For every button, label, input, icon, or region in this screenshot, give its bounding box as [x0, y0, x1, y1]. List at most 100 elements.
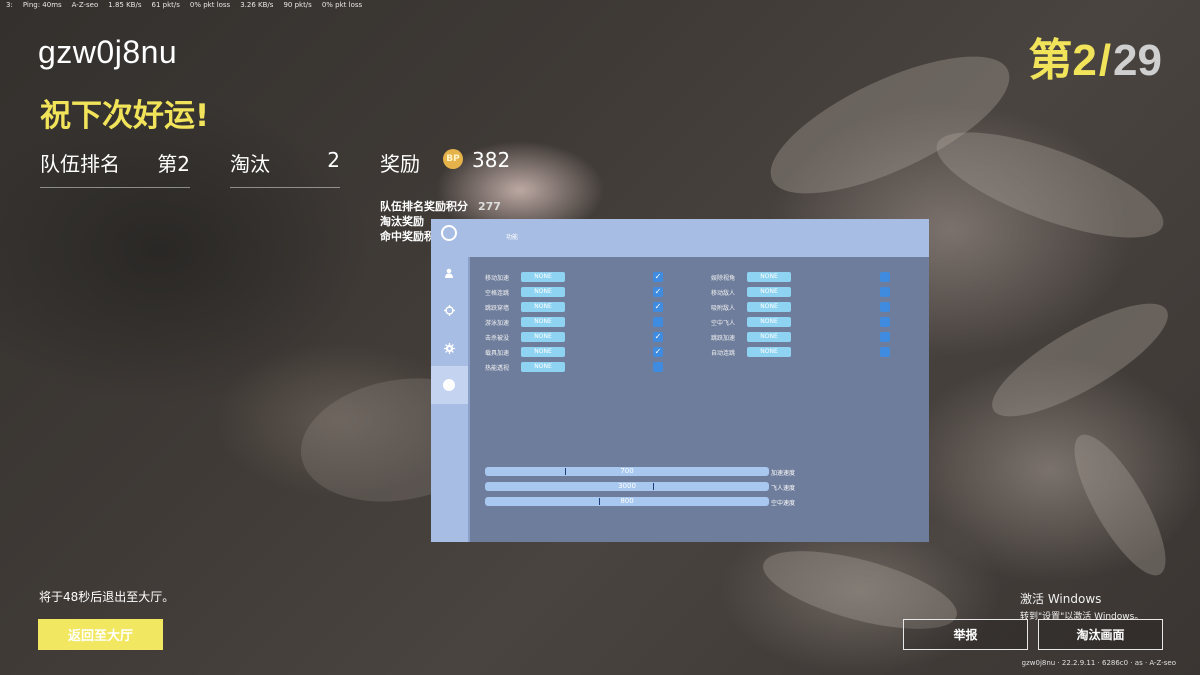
hotkey-button[interactable]: NONE — [521, 332, 565, 342]
option-row: 娱除视角 NONE — [711, 272, 892, 282]
panel-header: 功能 — [431, 219, 929, 257]
option-label: 自动连跳 — [711, 350, 736, 357]
stat-value: 2 — [327, 148, 340, 172]
option-label: 载具加速 — [485, 350, 510, 357]
option-row: 自动连跳 NONE — [711, 347, 892, 357]
hotkey-button[interactable]: NONE — [521, 287, 565, 297]
hotkey-button[interactable]: NONE — [521, 302, 565, 312]
hotkey-button[interactable]: NONE — [747, 302, 791, 312]
user-icon[interactable] — [442, 266, 456, 280]
option-row: 载具加速 NONE ✓ — [485, 347, 665, 357]
result-message: 祝下次好运! — [40, 98, 210, 134]
net-stat: 3: — [6, 1, 13, 9]
option-checkbox[interactable]: ✓ — [653, 272, 663, 282]
breakdown-label: 队伍排名奖励积分 — [380, 200, 468, 213]
stat-label: 奖励 — [380, 152, 420, 176]
hotkey-button[interactable]: NONE — [521, 317, 565, 327]
hotkey-button[interactable]: NONE — [747, 272, 791, 282]
hotkey-button[interactable]: NONE — [521, 362, 565, 372]
stat-kills: 淘汰 2 — [230, 146, 340, 188]
hotkey-button[interactable]: NONE — [747, 332, 791, 342]
option-checkbox[interactable] — [653, 362, 663, 372]
report-button[interactable]: 举报 — [903, 619, 1028, 650]
option-row: 吸附敌人 NONE — [711, 302, 892, 312]
option-label: 跳跃穿墙 — [485, 305, 510, 312]
option-checkbox[interactable] — [653, 317, 663, 327]
option-checkbox[interactable] — [880, 347, 890, 357]
option-label: 移动加速 — [485, 275, 510, 282]
net-stat: 3.26 KB/s — [240, 1, 274, 9]
option-checkbox[interactable] — [880, 317, 890, 327]
slider-label: 飞人速度 — [771, 485, 796, 492]
slider-label: 空中速度 — [771, 500, 796, 507]
panel-title: 功能 — [506, 234, 519, 241]
option-row: 移动敌人 NONE — [711, 287, 892, 297]
net-stat: A-Z-seo — [71, 1, 99, 9]
option-row: 游泳加速 NONE — [485, 317, 665, 327]
rank-separator: / — [1098, 36, 1112, 85]
stat-value: 382 — [472, 148, 511, 172]
network-stats-bar: 3: Ping: 40ms A-Z-seo 1.85 KB/s 61 pkt/s… — [6, 1, 362, 13]
sidebar-divider — [468, 257, 470, 542]
net-stat: 0% pkt loss — [321, 1, 363, 9]
option-checkbox[interactable] — [880, 302, 890, 312]
option-row: 跳跃加速 NONE — [711, 332, 892, 342]
option-checkbox[interactable]: ✓ — [653, 302, 663, 312]
breakdown-label: 命中奖励积 — [380, 230, 435, 243]
option-label: 击杀被没 — [485, 335, 510, 342]
speed-slider[interactable]: 3000 — [485, 482, 769, 491]
option-label: 空中飞人 — [711, 320, 736, 327]
exit-countdown: 将于48秒后退出至大厅。 — [39, 590, 175, 604]
hotkey-button[interactable]: NONE — [747, 347, 791, 357]
option-checkbox[interactable]: ✓ — [653, 332, 663, 342]
net-stat: 61 pkt/s — [151, 1, 180, 9]
speed-slider[interactable]: 700 — [485, 467, 769, 476]
slider-value: 700 — [620, 467, 634, 475]
stat-team-rank: 队伍排名 第2 — [40, 146, 190, 188]
option-row: 击杀被没 NONE ✓ — [485, 332, 665, 342]
net-stat: 1.85 KB/s — [108, 1, 142, 9]
speed-slider[interactable]: 800 — [485, 497, 769, 506]
option-checkbox[interactable] — [880, 287, 890, 297]
sidebar-item-active[interactable] — [431, 366, 468, 404]
return-to-lobby-button[interactable]: 返回至大厅 — [38, 619, 163, 650]
option-checkbox[interactable] — [880, 332, 890, 342]
option-label: 游泳加速 — [485, 320, 510, 327]
spectate-elimination-button[interactable]: 淘汰画面 — [1038, 619, 1163, 650]
hotkey-button[interactable]: NONE — [747, 287, 791, 297]
version-string: gzw0j8nu · 22.2.9.11 · 6286c0 · as · A-Z… — [1021, 659, 1176, 667]
stat-reward: 奖励 BP 382 — [380, 146, 515, 188]
option-row: 跳跃穿墙 NONE ✓ — [485, 302, 665, 312]
breakdown-label: 淘汰奖励 — [380, 215, 424, 228]
gear-icon[interactable] — [442, 341, 456, 355]
panel-sidebar — [431, 225, 468, 542]
option-label: 移动敌人 — [711, 290, 736, 297]
option-checkbox[interactable]: ✓ — [653, 347, 663, 357]
activation-title: 激活 Windows — [1020, 592, 1102, 606]
stat-label: 队伍排名 — [40, 152, 120, 176]
option-row: 空格连跳 NONE ✓ — [485, 287, 665, 297]
option-checkbox[interactable] — [880, 272, 890, 282]
stat-label: 淘汰 — [230, 152, 270, 176]
slider-value: 800 — [620, 497, 634, 505]
net-stat: 0% pkt loss — [189, 1, 231, 9]
option-row: 移动加速 NONE ✓ — [485, 272, 665, 282]
option-checkbox[interactable]: ✓ — [653, 287, 663, 297]
option-label: 热能透视 — [485, 365, 510, 372]
option-label: 吸附敌人 — [711, 305, 736, 312]
slider-value: 3000 — [618, 482, 636, 490]
hotkey-button[interactable]: NONE — [521, 347, 565, 357]
placement-rank: 第2 / 29 — [1028, 24, 1162, 88]
option-row: 热能透视 NONE — [485, 362, 665, 372]
rank-total: 29 — [1113, 36, 1162, 85]
player-name: gzw0j8nu — [38, 34, 178, 70]
breakdown-value: 277 — [478, 200, 501, 213]
slider-label: 加速速度 — [771, 470, 796, 477]
hotkey-button[interactable]: NONE — [521, 272, 565, 282]
option-label: 跳跃加速 — [711, 335, 736, 342]
option-label: 空格连跳 — [485, 290, 510, 297]
circle-icon[interactable] — [441, 225, 457, 241]
net-stat: 90 pkt/s — [283, 1, 312, 9]
crosshair-icon[interactable] — [442, 303, 456, 317]
hotkey-button[interactable]: NONE — [747, 317, 791, 327]
